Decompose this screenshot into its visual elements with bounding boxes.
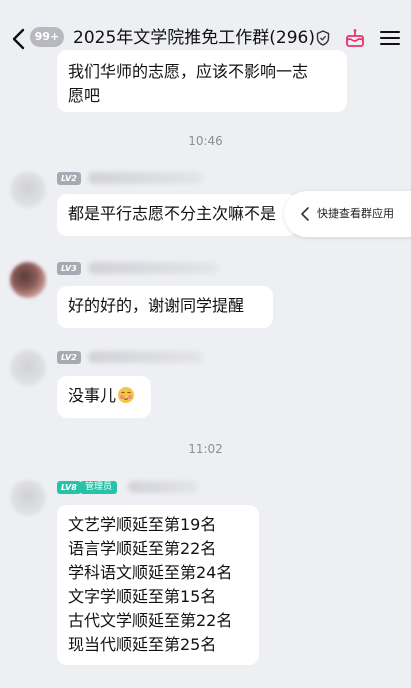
message-text: 现当代顺延至第25名 [68,635,217,654]
message-bubble[interactable]: 文艺学顺延至第19名 语言学顺延至第22名 学科语文顺延至第24名 文字学顺延至… [57,505,259,665]
back-arrow-icon[interactable] [8,26,30,52]
chevron-left-icon [301,207,309,221]
message-text: 愿吧 [68,86,101,105]
avatar[interactable] [10,480,46,516]
level-badge: LV3 [57,262,81,275]
message-text: 文艺学顺延至第19名 [68,515,217,534]
message-text: 没事儿 [68,386,117,405]
level-badge: LV2 [57,351,81,364]
message-bubble[interactable]: 我们华师的志愿，应该不影响一志 愿吧 [57,50,347,112]
message-text: 文字学顺延至第15名 [68,587,217,606]
sender-name[interactable] [88,351,203,363]
cake-icon[interactable] [344,28,366,48]
message-text: 我们华师的志愿，应该不影响一志 [68,62,309,81]
message-text: 语言学顺延至第22名 [68,539,217,558]
sender-name[interactable] [88,262,218,274]
message-text: 都是平行志愿不分主次嘛不是 [68,204,277,223]
timestamp: 11:02 [188,442,223,456]
message-bubble[interactable]: 都是平行志愿不分主次嘛不是 [57,194,297,236]
quick-panel-label: 快捷查看群应用 [317,207,394,220]
sender-name[interactable] [88,172,203,184]
menu-icon[interactable] [380,30,400,46]
level-badge: LV2 [57,172,81,185]
avatar[interactable] [10,172,46,208]
sender-name[interactable] [128,481,198,493]
message-text: 好的好的，谢谢同学提醒 [68,296,245,315]
level-badge: LV8 [57,481,81,494]
avatar[interactable] [10,350,46,386]
chat-title[interactable]: 2025年文学院推免工作群(296) [73,26,315,50]
blushing-emoji-icon [118,387,135,403]
quick-group-apps-button[interactable]: 快捷查看群应用 [284,191,411,237]
unread-count-badge[interactable]: 99+ [30,27,64,47]
message-text: 学科语文顺延至第24名 [68,563,233,582]
message-bubble[interactable]: 没事儿 [57,376,151,418]
avatar[interactable] [10,262,46,298]
timestamp: 10:46 [188,134,223,148]
message-text: 古代文学顺延至第22名 [68,611,233,630]
admin-role-badge: 管理员 [80,481,118,494]
message-bubble[interactable]: 好的好的，谢谢同学提醒 [57,286,273,328]
verified-shield-icon[interactable] [316,30,330,46]
